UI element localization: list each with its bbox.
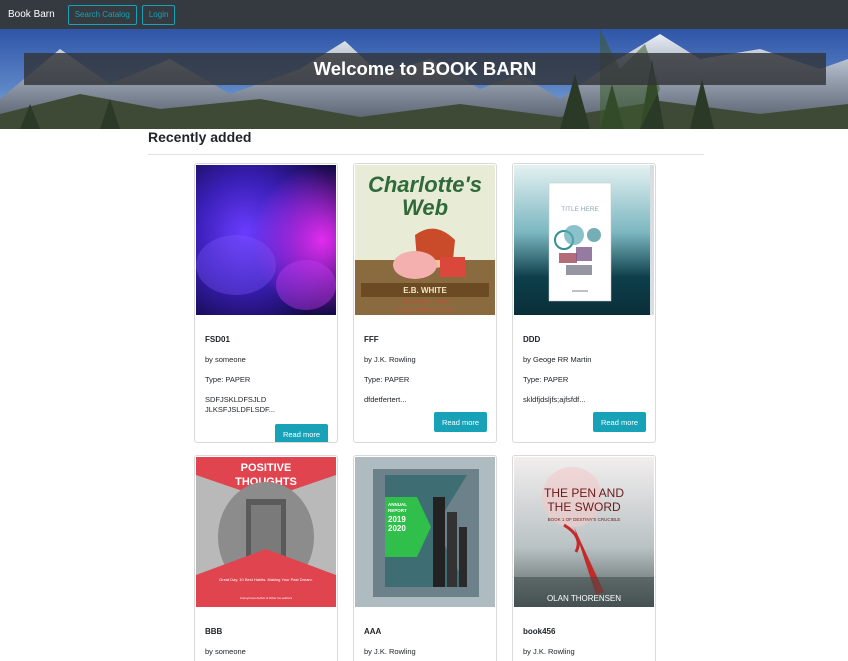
book-cover-image[interactable]: ANNUAL REPORT 2019 2020 [355, 457, 495, 607]
book-author: by someone [205, 355, 246, 364]
cover-illustrator-text: Pictures by GARTH WILLIAMS [397, 307, 452, 312]
cover-title-text: TITLE HERE [561, 206, 599, 213]
cover-author-text: OLAN THORENSEN [547, 594, 621, 603]
book-card: ANNUAL REPORT 2019 2020 AAA by J.K. Rowl… [353, 455, 497, 661]
book-card: Charlotte's Web E.B. WHITE Author of STU… [353, 163, 497, 443]
book-author: by J.K. Rowling [364, 355, 416, 364]
book-cover-image[interactable]: THE PEN AND THE SWORD BOOK 1 OF DESTINY'… [514, 457, 654, 607]
book-type: Type: PAPER [205, 375, 251, 384]
book-description: skldfjdsljfs;ajfsfdf... [523, 395, 586, 404]
top-navbar: Book Barn Search Catalog Login [0, 0, 848, 29]
search-catalog-button[interactable]: Search Catalog [67, 4, 137, 25]
read-more-button[interactable]: Read more [275, 424, 328, 442]
cover-subtitle-text: Author of STUART LITTLE [401, 299, 449, 304]
cover-title-text: THE PEN AND [544, 486, 624, 500]
cover-subtitle-text: Great Day. 10 Best Habits. Making Your P… [219, 577, 313, 582]
book-cover-image[interactable]: Charlotte's Web E.B. WHITE Author of STU… [355, 165, 495, 315]
book-author: by Geoge RR Martin [523, 355, 592, 364]
read-more-button[interactable]: Read more [593, 412, 646, 432]
cover-series-text: BOOK 1 OF DESTINY'S CRUCIBLE [548, 517, 621, 522]
book-description: SDFJSKLDFSJLD JLKSFJSLDFLSDF... [205, 395, 276, 414]
book-card: TITLE HERE DDD by Geoge RR Martin Type: … [512, 163, 656, 443]
book-card: FSD01 by someone Type: PAPER SDFJSKLDFSJ… [194, 163, 338, 443]
hero-title: Welcome to BOOK BARN [313, 58, 537, 79]
book-author: by J.K. Rowling [523, 647, 575, 656]
brand-link[interactable]: Book Barn [8, 9, 55, 20]
read-more-button[interactable]: Read more [434, 412, 487, 432]
cover-footer-text: Anonymous Author & Other Co-authors [240, 596, 293, 600]
book-cover-image[interactable]: POSITIVE THOUGHTS Great Day. 10 Best Hab… [196, 457, 336, 607]
cover-title-text: THE SWORD [547, 500, 621, 514]
section-title: Recently added [148, 129, 252, 145]
cover-title-text: ANNUAL [388, 502, 407, 507]
book-description: dfdetfertert... [364, 395, 407, 404]
book-cover-image[interactable] [196, 165, 336, 315]
book-title: FFF [364, 335, 379, 344]
cover-title-text: Charlotte's [368, 172, 482, 197]
book-author: by someone [205, 647, 246, 656]
book-card: THE PEN AND THE SWORD BOOK 1 OF DESTINY'… [512, 455, 656, 661]
book-title: DDD [523, 335, 541, 344]
book-card: POSITIVE THOUGHTS Great Day. 10 Best Hab… [194, 455, 338, 661]
book-author: by J.K. Rowling [364, 647, 416, 656]
login-button[interactable]: Login [141, 4, 176, 25]
hero-title-banner: Welcome to BOOK BARN [24, 53, 826, 85]
cover-author-text: E.B. WHITE [403, 286, 447, 295]
book-cover-image[interactable]: TITLE HERE [514, 165, 654, 315]
hero-banner-image: Welcome to BOOK BARN [0, 29, 848, 129]
book-type: Type: PAPER [523, 375, 569, 384]
cover-year-text: 2020 [388, 524, 406, 533]
cover-title-text: POSITIVE [241, 462, 292, 474]
book-type: Type: PAPER [364, 375, 410, 384]
book-title: FSD01 [205, 335, 230, 344]
section-divider [148, 154, 704, 155]
book-title: AAA [364, 627, 382, 636]
cover-title-text: REPORT [388, 508, 407, 513]
cover-title-text: Web [402, 195, 448, 220]
book-title: book456 [523, 627, 556, 636]
book-title: BBB [205, 627, 223, 636]
cover-year-text: 2019 [388, 515, 406, 524]
